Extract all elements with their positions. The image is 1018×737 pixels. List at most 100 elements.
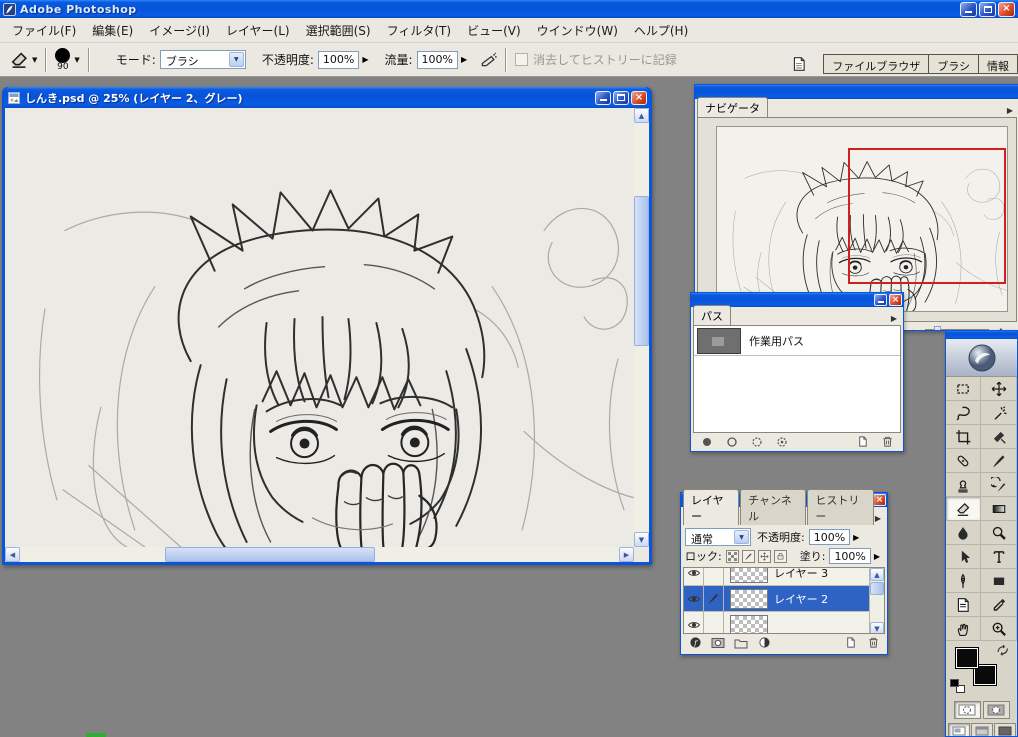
tab-channels[interactable]: チャンネル [740,489,807,525]
new-path-button[interactable] [854,435,870,449]
document-titlebar[interactable]: しんき.psd @ 25% (レイヤー 2、グレー) × [5,87,649,108]
standard-screen-mode-button[interactable] [947,723,970,736]
menu-filter[interactable]: フィルタ(T) [379,19,459,42]
maximize-button[interactable] [979,1,996,17]
tool-preset-button[interactable]: ▼ [8,50,37,70]
vertical-scrollbar[interactable]: ▲ ▼ [634,108,649,547]
tool-move[interactable] [981,377,1017,401]
tool-hand[interactable] [946,617,981,641]
add-layer-mask-button[interactable] [710,636,726,650]
link-cell[interactable] [704,611,724,633]
tool-magic-wand[interactable] [981,401,1017,425]
tool-brush[interactable] [981,449,1017,473]
tool-clone-stamp[interactable] [946,473,981,497]
layers-opacity-input[interactable]: 100% [808,529,851,545]
standard-mode-button[interactable] [953,701,981,719]
layers-scrollbar[interactable]: ▲ ▼ [869,568,884,633]
tool-path-selection[interactable] [946,545,981,569]
new-layer-set-button[interactable] [733,636,749,650]
paths-close-button[interactable]: × [889,294,902,306]
foreground-color-swatch[interactable] [955,647,979,669]
visibility-toggle[interactable] [684,568,704,586]
stroke-path-button[interactable] [724,435,740,449]
menu-help[interactable]: ヘルプ(H) [626,19,696,42]
layers-close-button[interactable]: × [873,494,886,506]
well-tab-brushes[interactable]: ブラシ [928,54,979,74]
minimize-button[interactable] [960,1,977,17]
tab-paths[interactable]: パス [693,305,731,325]
layers-scroll-up[interactable]: ▲ [870,568,884,581]
menu-layer[interactable]: レイヤー(L) [218,19,298,42]
tool-slice[interactable] [981,425,1017,449]
lock-transparency-checkbox[interactable] [725,549,739,563]
scroll-right-button[interactable]: ▶ [619,547,634,562]
layer-row-selected[interactable]: レイヤー 2 [684,585,869,612]
flow-slider-arrow[interactable]: ▶ [461,55,467,64]
scroll-up-button[interactable]: ▲ [634,108,649,123]
tab-history[interactable]: ヒストリー [807,489,874,525]
load-path-as-selection-button[interactable] [749,435,765,449]
doc-maximize-button[interactable] [613,90,629,105]
fullscreen-with-menubar-button[interactable] [970,723,993,736]
combo-arrow-icon[interactable]: ▼ [734,530,749,544]
tool-dodge[interactable] [981,521,1017,545]
opacity-slider-arrow[interactable]: ▶ [362,55,368,64]
layers-scroll-down[interactable]: ▼ [870,622,884,633]
tool-notes[interactable] [946,593,981,617]
horizontal-scroll-thumb[interactable] [165,547,375,562]
tool-rectangular-marquee[interactable] [946,377,981,401]
doc-minimize-button[interactable] [595,90,611,105]
delete-path-button[interactable] [879,435,895,449]
flow-input[interactable]: 100% [416,50,458,69]
tool-crop[interactable] [946,425,981,449]
tool-healing-brush[interactable] [946,449,981,473]
menu-select[interactable]: 選択範囲(S) [298,19,379,42]
layers-opacity-arrow[interactable]: ▶ [853,533,859,542]
file-browser-toggle[interactable] [788,54,810,74]
vertical-scroll-thumb[interactable] [634,196,649,346]
paths-menu-button[interactable]: ▶ [891,314,901,325]
tool-type[interactable] [981,545,1017,569]
menu-edit[interactable]: 編集(E) [84,19,141,42]
toolbox-titlebar[interactable] [946,331,1017,339]
tool-zoom[interactable] [981,617,1017,641]
swap-colors-icon[interactable] [996,644,1010,657]
lock-position-checkbox[interactable] [757,549,771,563]
tool-pen[interactable] [946,569,981,593]
close-button[interactable]: × [998,1,1015,17]
tool-eyedropper[interactable] [981,593,1017,617]
tab-layers[interactable]: レイヤー [683,489,740,525]
work-path-row[interactable]: 作業用パス [694,326,900,356]
fullscreen-button[interactable] [993,723,1016,736]
visibility-toggle[interactable] [684,611,704,633]
fill-input[interactable]: 100% [829,548,871,564]
layer-row[interactable] [684,611,869,633]
quick-mask-mode-button[interactable] [982,701,1010,719]
opacity-input[interactable]: 100% [317,50,360,69]
menu-view[interactable]: ビュー(V) [459,19,529,42]
erase-to-history-checkbox[interactable] [515,53,529,66]
doc-close-button[interactable]: × [631,90,647,105]
menu-window[interactable]: ウインドウ(W) [529,19,626,42]
new-layer-button[interactable] [842,636,858,650]
app-titlebar[interactable]: Adobe Photoshop × [0,0,1018,18]
add-layer-style-button[interactable]: f [687,636,703,650]
scroll-left-button[interactable]: ◀ [5,547,20,562]
delete-layer-button[interactable] [865,636,881,650]
link-cell[interactable] [704,568,724,586]
tool-gradient[interactable] [981,497,1017,521]
navigator-view-rect[interactable] [848,148,1006,284]
combo-arrow-icon[interactable]: ▼ [228,52,244,67]
layers-scroll-thumb[interactable] [870,582,884,595]
navigator-zoom-slider-thumb[interactable] [934,325,941,330]
paths-minimize-button[interactable] [874,294,887,306]
well-tab-file-browser[interactable]: ファイルブラウザ [823,54,930,74]
make-work-path-button[interactable] [774,435,790,449]
visibility-toggle[interactable] [684,585,704,612]
tool-lasso[interactable] [946,401,981,425]
scroll-down-button[interactable]: ▼ [634,532,649,547]
horizontal-scrollbar[interactable]: ◀ ▶ [5,547,634,562]
fill-arrow[interactable]: ▶ [874,552,880,561]
blend-mode-select[interactable]: 通常 ▼ [685,528,751,546]
navigator-menu-button[interactable]: ▶ [1007,106,1017,117]
